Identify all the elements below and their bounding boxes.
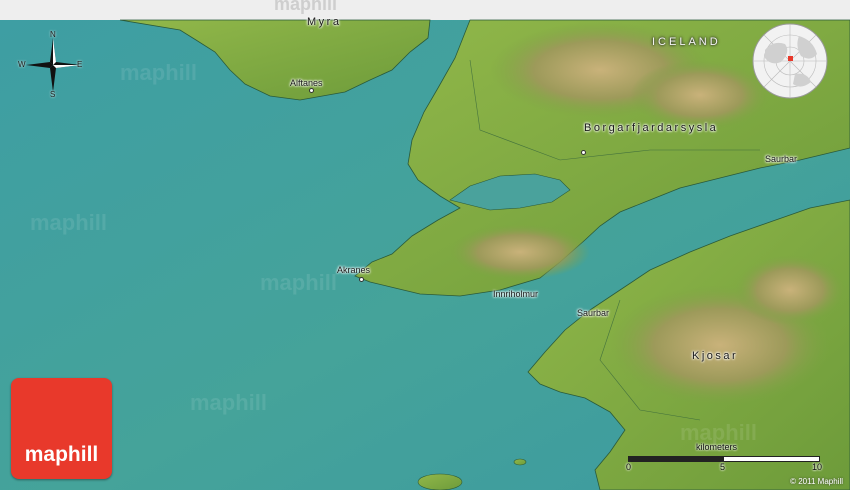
- globe-icon: [752, 23, 828, 99]
- place-marker: [581, 150, 586, 155]
- maphill-logo[interactable]: maphill: [11, 378, 112, 479]
- logo-text: maphill: [24, 443, 99, 466]
- scale-mid: 5: [720, 462, 726, 472]
- region-label-borgarfjardarsysla: Borgarfjardarsysla: [584, 122, 719, 134]
- watermark: maphill: [274, 0, 338, 14]
- place-label-alftanes: Alftanes: [290, 78, 323, 88]
- place-label-saurbar-south: Saurbar: [577, 308, 610, 318]
- place-marker: [359, 277, 364, 282]
- watermark: maphill: [190, 390, 268, 415]
- compass-south: S: [50, 90, 56, 99]
- scale-unit: kilometers: [696, 442, 738, 452]
- map-view[interactable]: maphill maphill maphill maphill maphill …: [0, 0, 850, 490]
- place-label-innriholmur: Innriholmur: [493, 289, 539, 299]
- scale-bar: kilometers 0 5 10: [622, 442, 827, 472]
- compass-west: W: [18, 60, 26, 69]
- compass-east: E: [77, 60, 83, 69]
- copyright: © 2011 Maphill: [790, 477, 843, 486]
- globe-locator: [751, 22, 829, 100]
- region-label-kjosar: Kjosar: [692, 350, 739, 362]
- place-label-akranes: Akranes: [337, 265, 371, 275]
- scale-min: 0: [626, 462, 632, 472]
- place-label-saurbar-north: Saurbar: [765, 154, 798, 164]
- watermark: maphill: [120, 60, 198, 85]
- watermark: maphill: [260, 270, 338, 295]
- compass-rose: N S W E: [18, 30, 86, 99]
- watermark: maphill: [30, 210, 108, 235]
- scale-segment: [629, 457, 724, 461]
- place-label-myra: Myra: [307, 16, 342, 28]
- country-label: ICELAND: [652, 36, 721, 48]
- scale-max: 10: [812, 462, 823, 472]
- place-marker: [309, 88, 314, 93]
- compass-north: N: [50, 30, 56, 39]
